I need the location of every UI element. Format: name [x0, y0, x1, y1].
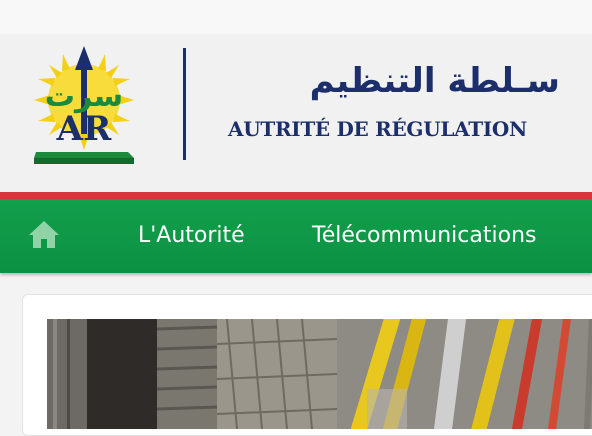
logo-base [34, 152, 134, 158]
site-title-french: AUTRITÉ DE RÉGULATION [228, 117, 527, 141]
header-divider [183, 48, 186, 160]
nav-item-telecommunications[interactable]: Télécommunications [312, 199, 536, 273]
accent-line [0, 192, 592, 199]
banner-photo [47, 319, 592, 429]
logo-letters: AR [56, 109, 112, 149]
home-icon[interactable] [28, 219, 60, 249]
main-nav: L'Autorité Télécommunications [0, 199, 592, 273]
art-logo-icon[interactable]: سرت AR [28, 44, 140, 166]
top-strip [0, 0, 592, 34]
site-title-arabic: سـلطة التنظيم [309, 61, 560, 101]
nav-item-autorite[interactable]: L'Autorité [138, 199, 245, 273]
